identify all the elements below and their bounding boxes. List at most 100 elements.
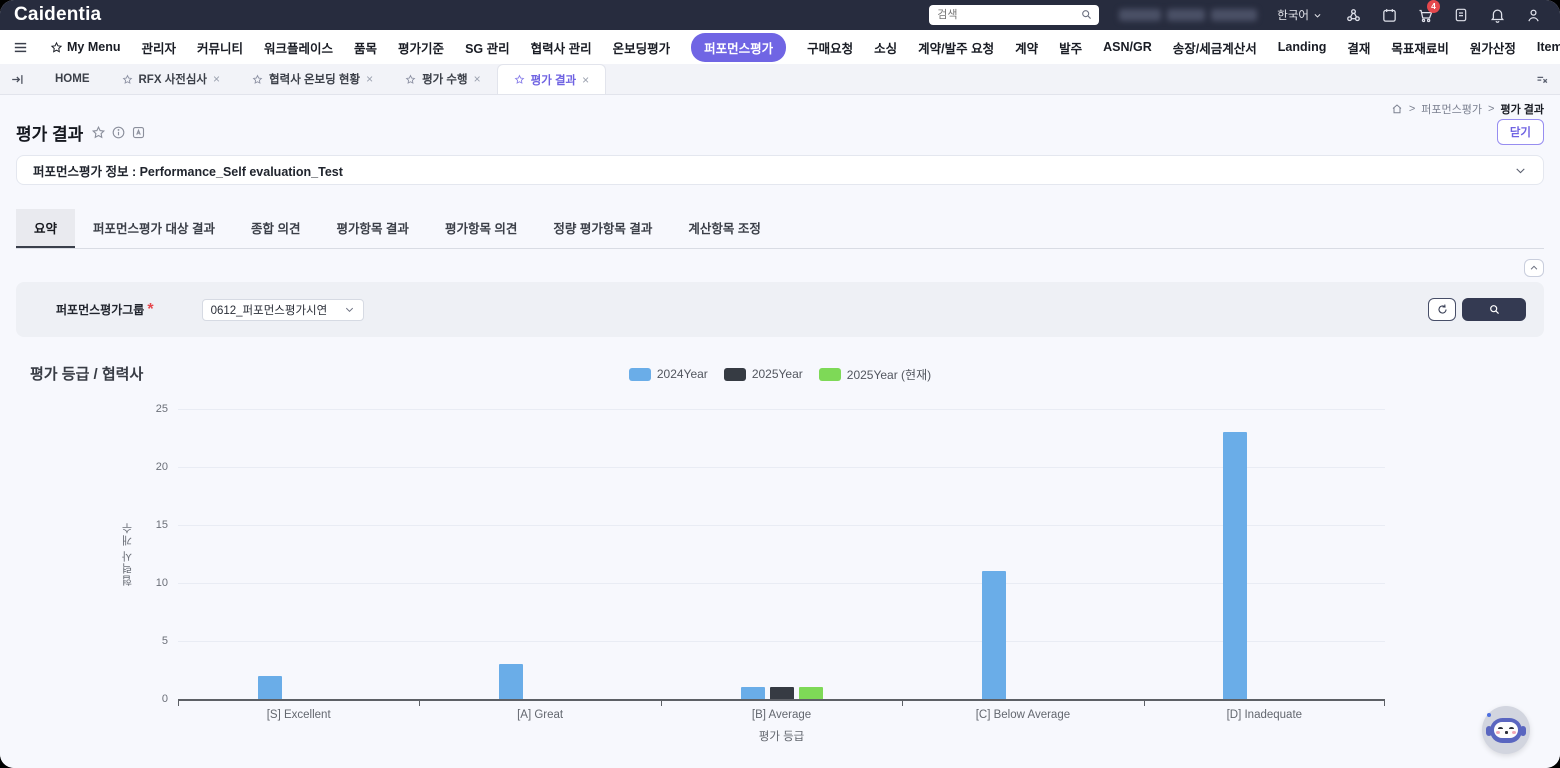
legend-item[interactable]: 2025Year (724, 367, 803, 381)
user-icon[interactable] (1520, 2, 1546, 28)
close-icon[interactable]: × (474, 72, 481, 86)
x-tick (419, 701, 420, 706)
app-window: Caidentia 한국어 4 (0, 0, 1560, 768)
x-tick (902, 701, 903, 706)
menu-item-sg-mgmt[interactable]: SG 관리 (465, 38, 510, 57)
menu-item-admin[interactable]: 관리자 (141, 38, 176, 57)
refresh-button[interactable] (1428, 298, 1456, 321)
chatbot-button[interactable] (1482, 706, 1530, 754)
work-tabbar: HOME RFX 사전심사 × 협력사 온보딩 현황 × 평가 수행 × 평가 … (0, 64, 1560, 95)
chatbot-robot-icon (1490, 718, 1522, 743)
legend-swatch (629, 368, 651, 381)
chart-title: 평가 등급 / 협력사 (30, 363, 143, 384)
group-select[interactable]: 0612_퍼포먼스평가시연 (202, 299, 364, 321)
star-icon (405, 74, 416, 85)
tab-label: 평가 수행 (422, 71, 468, 87)
tab-calc-item-adjust[interactable]: 계산항목 조정 (670, 209, 778, 248)
language-selector[interactable]: 한국어 (1277, 7, 1322, 23)
chevron-down-icon[interactable] (1514, 164, 1527, 177)
menu-item-community[interactable]: 커뮤니티 (197, 38, 243, 57)
menu-item-item-doctor[interactable]: Item Doctor (1537, 40, 1560, 54)
manual-icon[interactable] (131, 125, 146, 140)
x-tick (178, 701, 179, 706)
x-tick (1384, 701, 1385, 706)
filter-panel: 퍼포먼스평가그룹 * 0612_퍼포먼스평가시연 (16, 282, 1544, 337)
tab-eval-item-opinion[interactable]: 평가항목 의견 (427, 209, 535, 248)
menu-item-approval[interactable]: 결재 (1347, 38, 1370, 57)
menu-item-performance-eval[interactable]: 퍼포먼스평가 (691, 33, 786, 62)
hamburger-menu-icon[interactable] (12, 39, 29, 56)
menu-item-landing[interactable]: Landing (1278, 40, 1327, 54)
breadcrumb-separator: > (1409, 103, 1415, 115)
arrow-to-bar-icon[interactable] (10, 72, 25, 87)
legend-item[interactable]: 2024Year (629, 367, 708, 381)
search-icon[interactable] (1080, 8, 1093, 21)
evaluation-info-label: 퍼포먼스평가 정보 : Performance_Self evaluation_… (33, 161, 343, 180)
legend-label: 2024Year (657, 367, 708, 381)
tab-eval-result[interactable]: 평가 결과 × (497, 64, 607, 94)
tab-quant-eval-item-result[interactable]: 정량 평가항목 결과 (535, 209, 670, 248)
menu-item-order[interactable]: 발주 (1059, 38, 1082, 57)
menu-item-workplace[interactable]: 워크플레이스 (264, 38, 333, 57)
menu-item-eval-criteria[interactable]: 평가기준 (398, 38, 444, 57)
tab-home[interactable]: HOME (39, 64, 106, 94)
language-label: 한국어 (1277, 7, 1309, 23)
page-header: 평가 결과 닫기 (16, 119, 1544, 145)
x-category-label: [A] Great (419, 701, 660, 721)
menu-item-supplier-mgmt[interactable]: 협력사 관리 (531, 38, 592, 57)
close-icon[interactable]: × (366, 72, 373, 86)
calendar-icon[interactable] (1376, 2, 1402, 28)
menu-item-items[interactable]: 품목 (354, 38, 377, 57)
menu-item-purchase-request[interactable]: 구매요청 (807, 38, 853, 57)
menu-item-my-menu[interactable]: My Menu (50, 40, 120, 54)
info-icon[interactable] (111, 125, 126, 140)
chevron-up-icon[interactable] (1524, 259, 1544, 277)
menu-item-onboarding-eval[interactable]: 온보딩평가 (613, 38, 671, 57)
star-icon (252, 74, 263, 85)
category-group-3 (902, 409, 1143, 699)
tab-label: RFX 사전심사 (139, 71, 208, 87)
filter-search-button[interactable] (1462, 298, 1526, 321)
legend-item[interactable]: 2025Year (현재) (819, 366, 931, 383)
legend-swatch (724, 368, 746, 381)
menu-item-cost-estimation[interactable]: 원가산정 (1470, 38, 1516, 57)
tab-performance-target-result[interactable]: 퍼포먼스평가 대상 결과 (75, 209, 233, 248)
search-input[interactable] (929, 5, 1099, 25)
chart-legend: 2024Year 2025Year 2025Year (현재) (16, 363, 1544, 385)
bar (799, 687, 823, 699)
menu-item-contract-order-request[interactable]: 계약/발주 요청 (918, 38, 994, 57)
menu-item-target-material-cost[interactable]: 목표재료비 (1391, 38, 1449, 57)
y-tick-label: 15 (138, 519, 168, 531)
chart-category-labels: [S] Excellent[A] Great[B] Average[C] Bel… (178, 701, 1385, 721)
close-all-tabs-icon[interactable] (1535, 72, 1550, 87)
breadcrumb-separator: > (1488, 103, 1494, 115)
menu-item-contract[interactable]: 계약 (1015, 38, 1038, 57)
filter-actions (1428, 298, 1526, 321)
tab-rfx-prescreening[interactable]: RFX 사전심사 × (106, 64, 237, 94)
favorite-star-icon[interactable] (91, 125, 106, 140)
menu-item-sourcing[interactable]: 소싱 (874, 38, 897, 57)
app-logo: Caidentia (14, 4, 101, 26)
close-page-button[interactable]: 닫기 (1497, 119, 1544, 145)
tab-eval-item-result[interactable]: 평가항목 결과 (318, 209, 426, 248)
x-category-label: [S] Excellent (178, 701, 419, 721)
menu-item-invoice-tax[interactable]: 송장/세금계산서 (1173, 38, 1257, 57)
tab-eval-execution[interactable]: 평가 수행 × (389, 64, 497, 94)
bell-icon[interactable] (1484, 2, 1510, 28)
tab-overall-opinion[interactable]: 종합 의견 (233, 209, 318, 248)
close-icon[interactable]: × (582, 73, 589, 87)
tab-supplier-onboarding-status[interactable]: 협력사 온보딩 현황 × (236, 64, 389, 94)
breadcrumb-item[interactable]: 퍼포먼스평가 (1421, 101, 1482, 117)
y-tick-label: 0 (138, 693, 168, 705)
bar (499, 664, 523, 699)
cart-icon[interactable]: 4 (1412, 2, 1438, 28)
x-category-label: [D] Inadequate (1144, 701, 1385, 721)
required-asterisk: * (147, 301, 153, 319)
evaluation-info-panel[interactable]: 퍼포먼스평가 정보 : Performance_Self evaluation_… (16, 155, 1544, 185)
home-icon[interactable] (1391, 103, 1403, 115)
menu-item-asn-gr[interactable]: ASN/GR (1103, 40, 1152, 54)
memo-icon[interactable] (1448, 2, 1474, 28)
org-icon[interactable] (1340, 2, 1366, 28)
close-icon[interactable]: × (213, 72, 220, 86)
tab-summary[interactable]: 요약 (16, 209, 75, 248)
